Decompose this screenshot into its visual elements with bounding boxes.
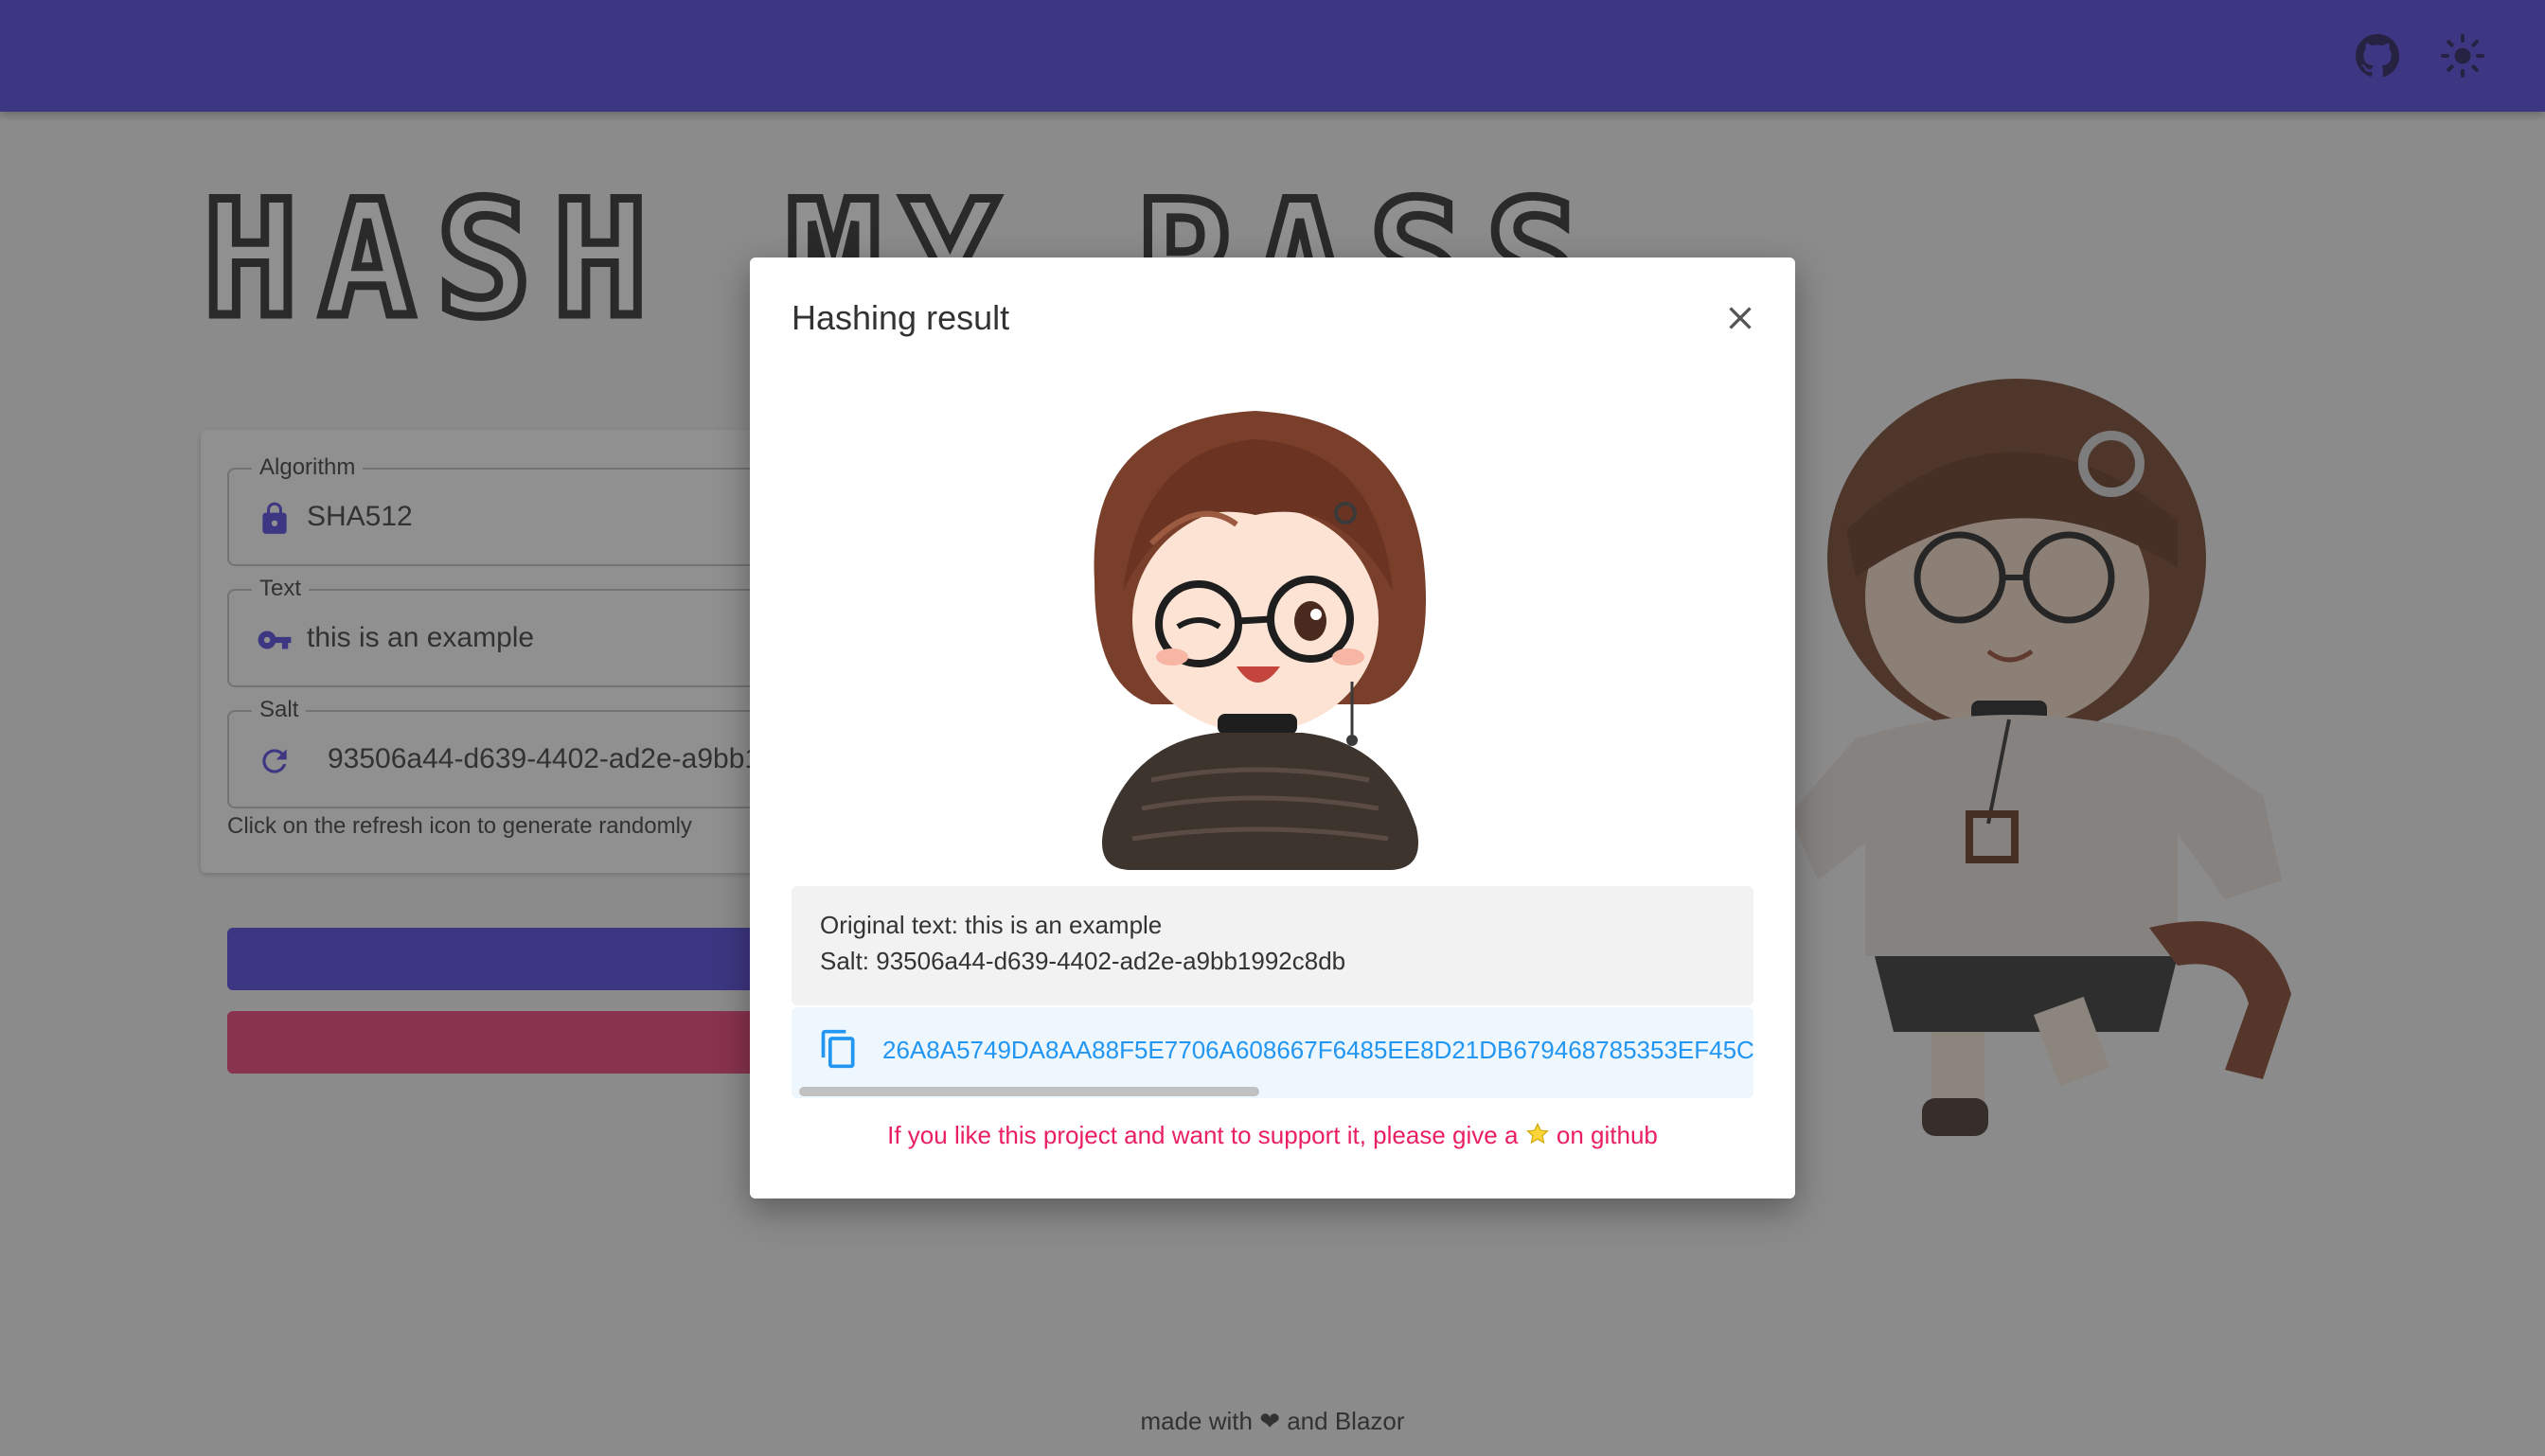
hash-value[interactable]: 26A8A5749DA8AA88F5E7706A608667F6485EE8D2… xyxy=(882,1036,1753,1065)
close-button[interactable] xyxy=(1716,293,1765,343)
copy-icon[interactable] xyxy=(818,1028,860,1070)
github-link[interactable]: on github xyxy=(1557,1121,1658,1149)
star-icon xyxy=(1525,1122,1549,1145)
support-message: If you like this project and want to sup… xyxy=(750,1121,1795,1150)
hashing-result-dialog: Hashing result Original text: this is an… xyxy=(750,257,1795,1199)
horizontal-scrollbar[interactable] xyxy=(799,1087,1746,1096)
scrollbar-thumb[interactable] xyxy=(799,1087,1259,1096)
mascot-avatar xyxy=(1094,411,1426,870)
hash-result-box: 26A8A5749DA8AA88F5E7706A608667F6485EE8D2… xyxy=(792,1007,1753,1098)
close-icon xyxy=(1729,307,1752,329)
salt-line: Salt: 93506a44-d639-4402-ad2e-a9bb1992c8… xyxy=(820,947,1346,975)
original-text-line: Original text: this is an example xyxy=(820,911,1163,939)
dialog-title: Hashing result xyxy=(792,298,1010,337)
original-info-box: Original text: this is an example Salt: … xyxy=(792,886,1753,1005)
support-text: If you like this project and want to sup… xyxy=(887,1121,1519,1149)
